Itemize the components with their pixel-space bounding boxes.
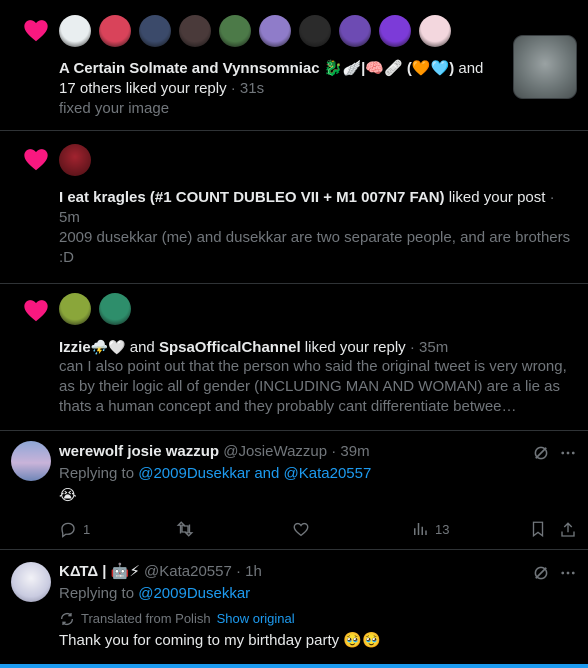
views-icon [414,523,427,535]
tweet-text: 😭 [59,487,77,504]
views-count: 13 [435,521,450,537]
reply-tweet-2[interactable]: ΚΔΤΔ | 🤖⚡ @Kata20557 · 1h Replying to @2… [0,550,588,668]
notification-summary: A Certain Solmate and Vynnsomniac 🐉🪽|🧠🩹 … [59,59,496,99]
attached-image-thumbnail[interactable] [513,35,577,99]
translated-from-label: Translated from Polish [81,611,211,626]
replying-to-user[interactable]: @2009Dusekkar [138,585,250,602]
avatar[interactable] [339,15,371,47]
reply-button[interactable]: 1 [59,520,90,538]
heart-icon [24,300,48,322]
avatar[interactable] [99,293,131,325]
heart-icon [24,149,48,171]
retweet-button[interactable] [175,520,195,538]
avatar[interactable] [419,15,451,47]
grok-icon[interactable] [531,563,551,583]
liker-avatars [59,293,131,325]
replying-to: Replying to @2009Dusekkar [59,584,574,604]
avatar[interactable] [219,15,251,47]
avatar[interactable] [179,15,211,47]
notification-like-1[interactable]: A Certain Solmate and Vynnsomniac 🐉🪽|🧠🩹 … [0,0,588,131]
notification-summary: I eat kragles (#1 COUNT DUBLEO VII + M1 … [59,188,574,228]
avatar[interactable] [59,293,91,325]
timestamp[interactable]: · 39m [327,443,369,460]
avatar[interactable] [299,15,331,47]
liked-reply-text: liked your reply [300,339,406,356]
liker-names[interactable]: A Certain Solmate and Vynnsomniac 🐉🪽|🧠🩹 … [59,60,454,77]
avatar[interactable] [11,441,51,481]
timestamp[interactable]: · 1h [232,563,262,580]
notification-like-2[interactable]: I eat kragles (#1 COUNT DUBLEO VII + M1 … [0,131,588,284]
avatar[interactable] [11,562,51,602]
replying-to-label: Replying to [59,585,139,602]
more-options-icon[interactable] [558,563,578,583]
grok-icon[interactable] [531,443,551,463]
liker-avatars [59,15,451,47]
avatar[interactable] [59,144,91,176]
handle[interactable]: @JosieWazzup [223,443,327,460]
show-original-link[interactable]: Show original [217,609,295,629]
share-icon[interactable] [558,520,578,540]
liker-name[interactable]: I eat kragles (#1 COUNT DUBLEO VII + M1 … [59,189,445,206]
avatar[interactable] [99,15,131,47]
replying-to-users[interactable]: @2009Dusekkar and @Kata20557 [138,465,371,482]
reply-count: 1 [83,521,91,537]
bookmark-button[interactable] [529,520,547,538]
liked-tweet-text: can I also point out that the person who… [59,358,567,415]
display-name[interactable]: ΚΔΤΔ | 🤖⚡ [59,563,140,580]
and-text: and [125,339,159,356]
timestamp: · 31s [226,80,265,97]
and-text: and [454,60,484,77]
retweet-icon [176,521,194,537]
translation-notice: Translated from Polish Show original [59,609,574,629]
more-options-icon[interactable] [558,443,578,463]
notification-like-3[interactable]: Izzie⛈️🤍 and SpsaOfficalChannel liked yo… [0,284,588,431]
tweet-header: werewolf josie wazzup @JosieWazzup · 39m [59,442,528,462]
liked-tweet-text: 2009 dusekkar (me) and dusekkar are two … [59,229,571,266]
reply-icon [61,522,75,538]
replying-to: Replying to @2009Dusekkar and @Kata20557 [59,464,574,484]
reply-tweet-1[interactable]: werewolf josie wazzup @JosieWazzup · 39m… [0,431,588,550]
like-button[interactable] [292,520,310,538]
translate-icon [61,613,73,625]
tweet-text: Thank you for coming to my birthday part… [59,632,381,649]
bookmark-icon [532,521,544,538]
tweet-actions: 1 13 [59,520,559,540]
views-button[interactable]: 13 [411,520,449,538]
liker-name-1[interactable]: Izzie [59,339,91,356]
bottom-accent-bar [0,664,588,668]
liked-tweet-text: fixed your image [59,100,170,117]
replying-to-label: Replying to [59,465,139,482]
handle[interactable]: @Kata20557 [144,563,232,580]
avatar[interactable] [59,15,91,47]
liked-post-text: liked your post [444,189,546,206]
liker-name-1-emoji: ⛈️🤍 [90,339,126,355]
tweet-header: ΚΔΤΔ | 🤖⚡ @Kata20557 · 1h [59,562,528,582]
like-icon [293,522,309,537]
avatar[interactable] [139,15,171,47]
heart-icon [24,20,48,42]
timestamp: · 35m [405,339,449,356]
others-liked-text: 17 others liked your reply [59,80,227,97]
avatar[interactable] [379,15,411,47]
liker-avatars [59,144,91,176]
notification-summary: Izzie⛈️🤍 and SpsaOfficalChannel liked yo… [59,337,574,358]
avatar[interactable] [259,15,291,47]
liker-name-2[interactable]: SpsaOfficalChannel [159,339,301,356]
display-name[interactable]: werewolf josie wazzup [59,443,219,460]
